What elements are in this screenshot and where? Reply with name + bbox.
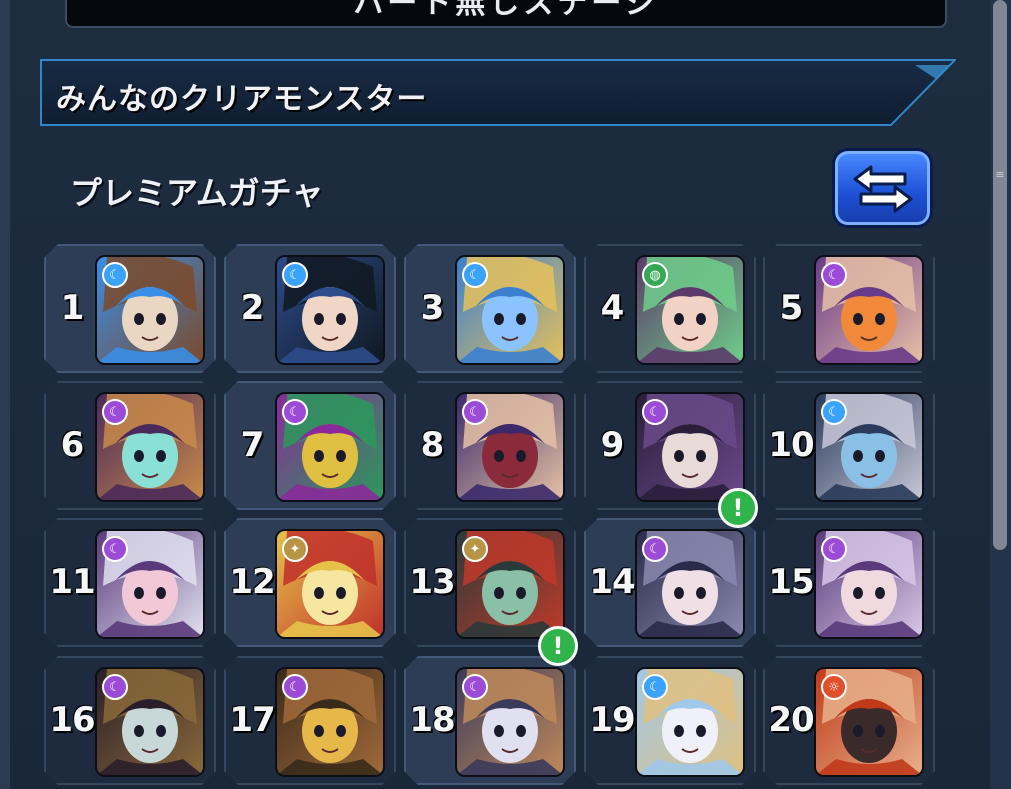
dark-element-icon: ☾ [102,674,128,700]
rank-number: 19 [589,700,635,740]
monster-portrait[interactable]: ☾ [814,392,924,502]
rank-number: 11 [49,562,95,602]
rank-number: 3 [420,288,444,328]
monster-card[interactable]: 12 ✦ [224,518,396,647]
monster-portrait[interactable]: ☾ [635,392,745,502]
monster-card[interactable]: 2 ☾ [224,244,396,373]
rank-number: 8 [420,425,444,465]
monster-card[interactable]: 20 ☼ [763,656,935,785]
monster-portrait[interactable]: ☾ [275,392,385,502]
dark-element-icon: ☾ [102,536,128,562]
monster-portrait[interactable]: ☾ [275,255,385,365]
monster-card[interactable]: 17 ☾ [224,656,396,785]
switch-button[interactable] [832,148,933,228]
monster-portrait[interactable]: ✦ [275,529,385,639]
monster-card[interactable]: 11 ☾ [44,518,216,647]
light-element-icon: ☾ [821,399,847,425]
monster-portrait[interactable]: ☾ [635,529,745,639]
neutral-element-icon: ✦ [462,536,488,562]
monster-portrait[interactable]: ☾ [95,392,205,502]
wood-element-icon: ◍ [642,262,668,288]
monster-card[interactable]: 6 ☾ [44,381,216,510]
dark-element-icon: ☾ [821,262,847,288]
monster-portrait[interactable]: ☾ [455,392,565,502]
stage-title: ハート無しステージ [353,0,659,21]
monster-portrait[interactable]: ☾ [455,667,565,777]
neutral-element-icon: ✦ [282,536,308,562]
dark-element-icon: ☾ [821,536,847,562]
monster-card[interactable]: 3 ☾ [404,244,576,373]
monster-card[interactable]: 1 ☾ [44,244,216,373]
section-title: みんなのクリアモンスター [56,82,428,117]
monster-card[interactable]: 19 ☾ [584,656,756,785]
light-element-icon: ☾ [642,674,668,700]
rank-number: 20 [768,700,814,740]
rank-number: 15 [768,562,814,602]
light-element-icon: ☾ [282,262,308,288]
stage-title-bar: ハート無しステージ [65,0,947,28]
monster-card[interactable]: 10 ☾ [763,381,935,510]
swap-arrows-icon [853,165,913,213]
dark-element-icon: ☾ [282,674,308,700]
monster-portrait[interactable]: ☾ [814,529,924,639]
rank-number: 5 [779,288,803,328]
dark-element-icon: ☾ [642,399,668,425]
dark-element-icon: ☾ [102,399,128,425]
rank-number: 2 [240,288,264,328]
rank-number: 17 [229,700,275,740]
monster-card[interactable]: 14 ☾ [584,518,756,647]
dark-element-icon: ☾ [462,399,488,425]
monster-portrait[interactable]: ☼ [814,667,924,777]
monster-portrait[interactable]: ☾ [635,667,745,777]
monster-card[interactable]: 18 ☾ [404,656,576,785]
scroll-grip-icon: ≡ [995,168,1005,181]
monster-portrait[interactable]: ☾ [455,255,565,365]
light-element-icon: ☾ [102,262,128,288]
monster-card[interactable]: 4 ◍ [584,244,756,373]
alert-icon[interactable]: ! [718,488,758,528]
rank-number: 13 [409,562,455,602]
rank-number: 1 [60,288,84,328]
rank-number: 4 [600,288,624,328]
monster-portrait[interactable]: ☾ [814,255,924,365]
gacha-label: プレミアムガチャ [70,174,324,212]
dark-element-icon: ☾ [282,399,308,425]
scrollbar-thumb[interactable] [993,0,1007,550]
light-element-icon: ☾ [462,262,488,288]
monster-portrait[interactable]: ☾ [95,529,205,639]
rank-number: 16 [49,700,95,740]
rank-number: 6 [60,425,84,465]
alert-icon[interactable]: ! [538,626,578,666]
monster-card[interactable]: 7 ☾ [224,381,396,510]
rank-number: 10 [768,425,814,465]
rank-number: 18 [409,700,455,740]
monster-card[interactable]: 8 ☾ [404,381,576,510]
monster-card[interactable]: 15 ☾ [763,518,935,647]
rank-number: 9 [600,425,624,465]
dark-element-icon: ☾ [462,674,488,700]
monster-card[interactable]: 5 ☾ [763,244,935,373]
monster-portrait[interactable]: ☾ [95,255,205,365]
monster-portrait[interactable]: ☾ [275,667,385,777]
monster-portrait[interactable]: ☾ [95,667,205,777]
rank-number: 14 [589,562,635,602]
dark-element-icon: ☾ [642,536,668,562]
monster-card[interactable]: 16 ☾ [44,656,216,785]
monster-portrait[interactable]: ✦ [455,529,565,639]
left-frame [0,0,10,789]
rank-number: 7 [240,425,264,465]
monster-portrait[interactable]: ◍ [635,255,745,365]
rank-number: 12 [229,562,275,602]
fire-element-icon: ☼ [821,674,847,700]
